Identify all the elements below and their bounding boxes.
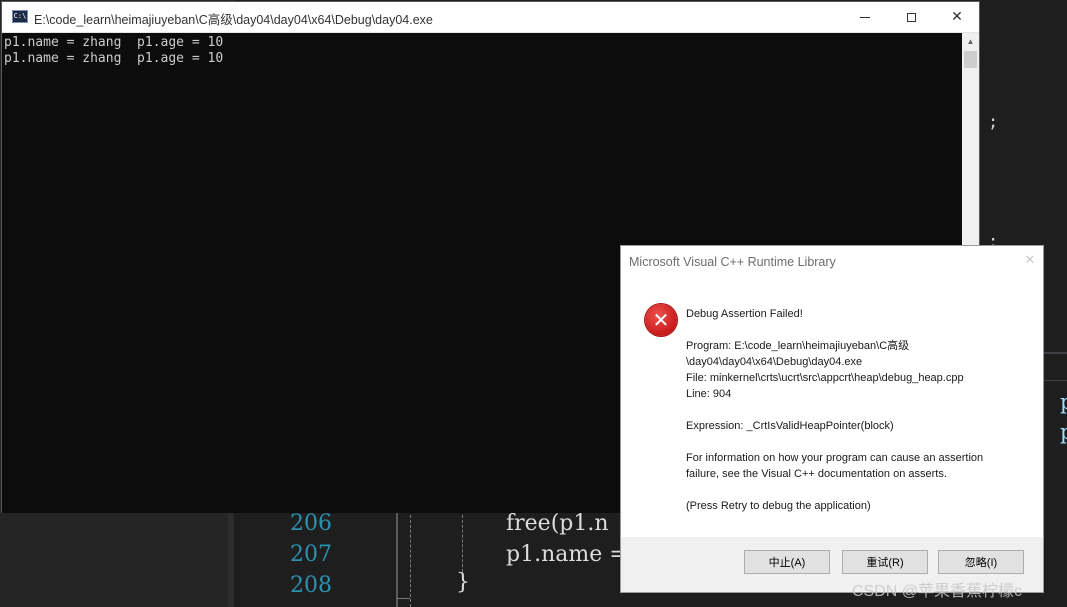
right-panel <box>1044 0 1067 607</box>
console-output-line: p1.name = zhang p1.age = 10 <box>4 35 224 50</box>
right-panel-divider <box>1044 352 1067 354</box>
close-icon: ✕ <box>951 9 963 25</box>
abort-button[interactable]: 中止(A) <box>744 550 830 574</box>
code-fragment-semicolon: ; <box>988 112 999 132</box>
close-button[interactable]: ✕ <box>934 2 980 32</box>
dialog-info: For information on how your program can … <box>686 452 984 480</box>
indent-guide <box>410 510 412 607</box>
assertion-dialog[interactable]: Microsoft Visual C++ Runtime Library ✕ ✕… <box>620 245 1044 593</box>
scroll-up-arrow-icon[interactable]: ▲ <box>962 33 979 50</box>
dialog-message: Debug Assertion Failed! Program: E:\code… <box>686 306 1026 530</box>
maximize-button[interactable] <box>888 2 934 32</box>
code-line[interactable]: } <box>456 570 470 595</box>
ignore-button[interactable]: 忽略(I) <box>938 550 1024 574</box>
dialog-expression: Expression: _CrtIsValidHeapPointer(block… <box>686 420 894 432</box>
minimize-icon <box>860 16 870 18</box>
retry-button[interactable]: 重试(R) <box>842 550 928 574</box>
console-output-line: p1.name = zhang p1.age = 10 <box>4 51 224 66</box>
console-app-icon: C:\ <box>12 10 28 23</box>
fold-margin <box>396 510 398 607</box>
maximize-icon <box>906 12 916 22</box>
right-panel-divider-2 <box>1044 380 1067 381</box>
watermark: CSDN @苹果香蕉柠檬c <box>852 583 1023 600</box>
line-number: 207 <box>290 542 332 567</box>
dialog-close-icon[interactable]: ✕ <box>1022 252 1038 268</box>
code-line[interactable]: free(p1.n <box>506 511 609 536</box>
dialog-program-info: Program: E:\code_learn\heimajiuyeban\C高级… <box>686 340 964 400</box>
right-code-fragment-2: p <box>1060 420 1067 444</box>
console-title: E:\code_learn\heimajiuyeban\C高级\day04\da… <box>34 13 433 27</box>
fold-end-marker <box>396 598 410 599</box>
dialog-hint: (Press Retry to debug the application) <box>686 500 871 512</box>
console-titlebar[interactable]: C:\ E:\code_learn\heimajiuyeban\C高级\day0… <box>2 2 979 33</box>
line-number: 206 <box>290 511 332 536</box>
error-icon: ✕ <box>645 304 677 336</box>
right-code-fragment-1: p <box>1060 390 1067 414</box>
indent-guide <box>462 510 464 572</box>
minimize-button[interactable] <box>842 2 888 32</box>
dialog-title: Microsoft Visual C++ Runtime Library <box>629 255 836 269</box>
dialog-heading: Debug Assertion Failed! <box>686 308 803 320</box>
code-line[interactable]: p1.name = <box>506 542 628 567</box>
line-number: 208 <box>290 573 332 598</box>
scrollbar-thumb[interactable] <box>964 51 977 68</box>
